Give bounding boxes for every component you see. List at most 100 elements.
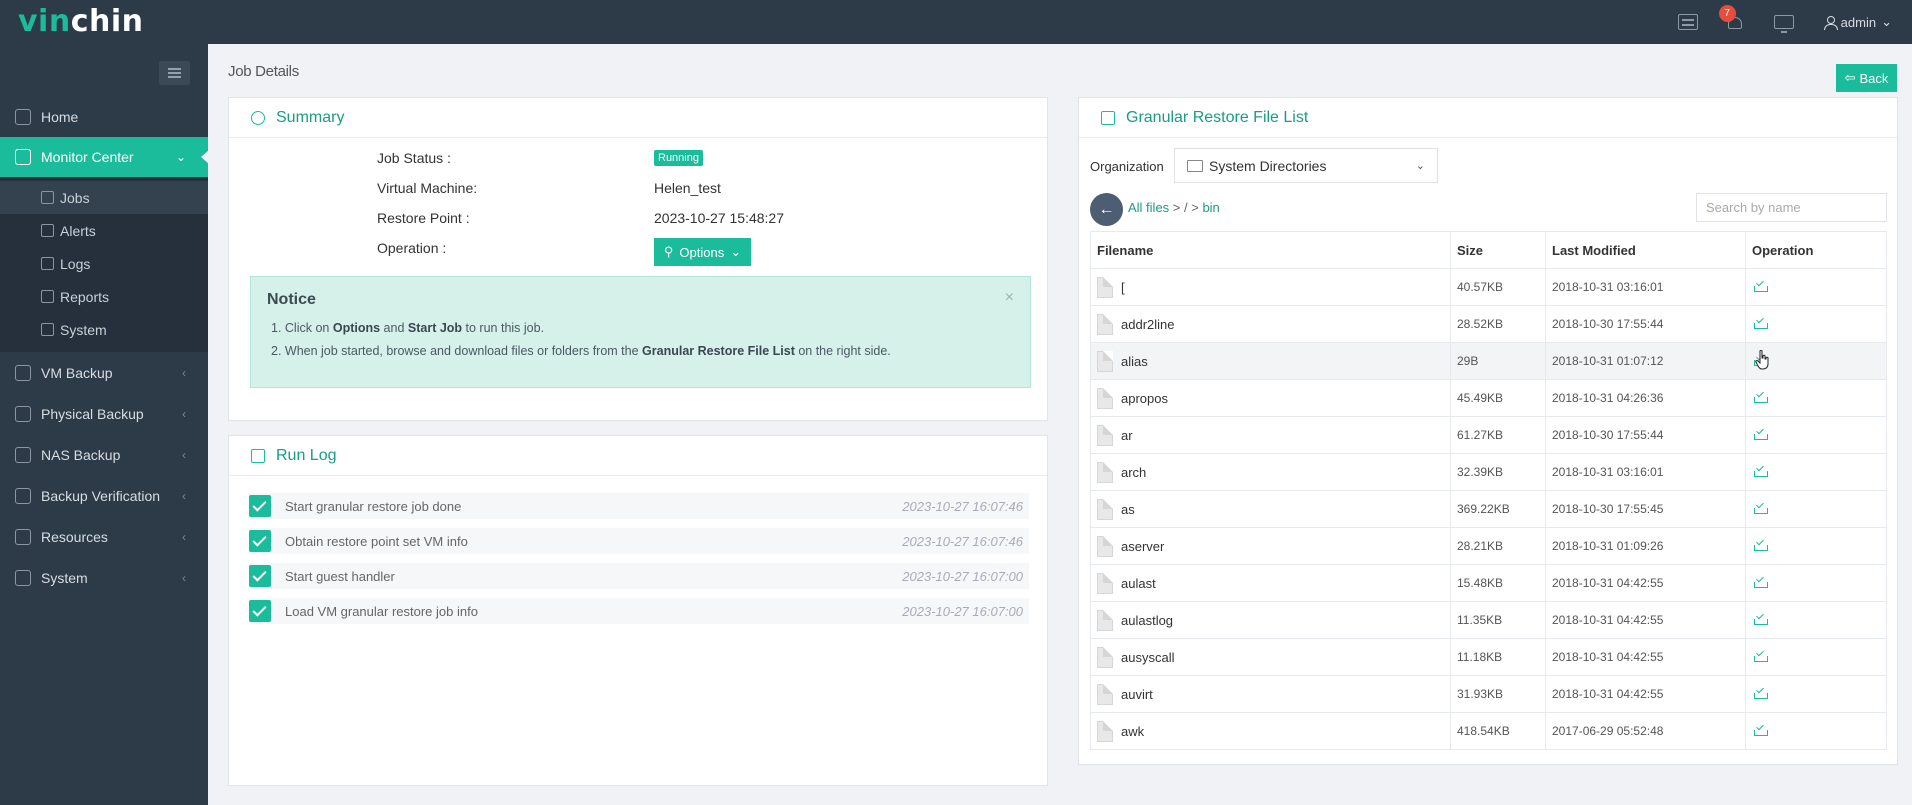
nas-icon <box>15 446 31 463</box>
download-icon[interactable] <box>1753 464 1768 478</box>
check-icon <box>249 565 271 587</box>
breadcrumb-all-files[interactable]: All files <box>1128 200 1169 215</box>
log-entry: Obtain restore point set VM info 2023-10… <box>249 528 1029 554</box>
size-cell: 15.48KB <box>1450 564 1546 602</box>
summary-header: Summary <box>229 98 1047 138</box>
sidebar-item-resources[interactable]: Resources ‹ <box>0 516 208 557</box>
table-row[interactable]: [40.57KB 2018-10-31 03:16:01 <box>1090 268 1887 306</box>
file-icon <box>1097 720 1113 742</box>
options-label: Options <box>679 244 725 260</box>
filename-cell[interactable]: auvirt <box>1090 675 1451 713</box>
download-icon[interactable] <box>1753 538 1768 552</box>
close-icon[interactable]: × <box>1005 289 1014 307</box>
download-icon[interactable] <box>1753 723 1768 737</box>
file-table-body: [40.57KB 2018-10-31 03:16:01 addr2line 28.5… <box>1090 268 1887 750</box>
download-icon[interactable] <box>1753 612 1768 626</box>
modified-cell: 2018-10-31 04:42:55 <box>1545 601 1746 639</box>
table-row[interactable]: awk 418.54KB 2017-06-29 05:52:48 <box>1090 712 1887 750</box>
filename-text: auvirt <box>1121 686 1153 702</box>
download-icon[interactable] <box>1753 427 1768 441</box>
task-list-icon[interactable] <box>1677 14 1698 30</box>
sidebar-subitem-alerts[interactable]: Alerts <box>0 214 208 247</box>
sidebar-item-label: Home <box>41 108 79 125</box>
sidebar-subitem-logs[interactable]: Logs <box>0 247 208 280</box>
organization-select[interactable]: System Directories ⌄ <box>1174 148 1438 183</box>
filename-cell[interactable]: apropos <box>1090 379 1451 417</box>
filename-cell[interactable]: aulastlog <box>1090 601 1451 639</box>
filename-text: aulast <box>1121 575 1156 591</box>
filename: auvirt <box>1097 683 1450 705</box>
breadcrumb-current[interactable]: bin <box>1202 200 1219 215</box>
download-icon[interactable] <box>1753 575 1768 589</box>
column-header-size[interactable]: Size <box>1450 231 1546 269</box>
notice-text: 1. Click on <box>271 321 333 335</box>
sidebar-item-vm-backup[interactable]: VM Backup ‹ <box>0 352 208 393</box>
sidebar-nav: Home Monitor Center ⌄ Jobs Alerts Logs R… <box>0 96 209 598</box>
table-row[interactable]: as 369.22KB 2018-10-30 17:55:45 <box>1090 490 1887 528</box>
download-icon[interactable] <box>1753 501 1768 515</box>
screen-icon[interactable] <box>1773 15 1794 33</box>
sidebar-subitem-label: Reports <box>60 288 110 305</box>
sidebar-item-backup-verification[interactable]: Backup Verification ‹ <box>0 475 208 516</box>
filename-cell[interactable]: awk <box>1090 712 1451 750</box>
filename: [ <box>1097 276 1450 298</box>
sidebar-item-physical-backup[interactable]: Physical Backup ‹ <box>0 393 208 434</box>
reports-icon <box>41 290 54 303</box>
check-icon <box>249 600 271 622</box>
chevron-left-icon: ‹ <box>182 488 186 503</box>
filename-cell[interactable]: addr2line <box>1090 305 1451 343</box>
table-row[interactable]: apropos 45.49KB 2018-10-31 04:26:36 <box>1090 379 1887 417</box>
hand-cursor-icon <box>1755 350 1769 370</box>
filename: ar <box>1097 424 1450 446</box>
vinchin-logo[interactable]: vinchin <box>18 4 143 39</box>
filename-cell[interactable]: as <box>1090 490 1451 528</box>
back-button[interactable]: ⇦ Back <box>1836 64 1897 92</box>
filename-cell[interactable]: arch <box>1090 453 1451 491</box>
table-row[interactable]: aulast 15.48KB 2018-10-31 04:42:55 <box>1090 564 1887 602</box>
download-icon[interactable] <box>1753 686 1768 700</box>
search-input[interactable] <box>1696 193 1887 222</box>
sidebar-item-monitor-center[interactable]: Monitor Center ⌄ <box>0 137 209 177</box>
filename-cell[interactable]: ausyscall <box>1090 638 1451 676</box>
column-header-filename[interactable]: Filename <box>1090 231 1451 269</box>
back-directory-button[interactable]: ← <box>1090 193 1123 226</box>
column-header-last-modified[interactable]: Last Modified <box>1545 231 1746 269</box>
restore-point-label: Restore Point : <box>377 210 470 226</box>
modified-cell: 2018-10-31 03:16:01 <box>1545 268 1746 306</box>
log-time: 2023-10-27 16:07:00 <box>902 568 1023 584</box>
sidebar-subitem-system[interactable]: System <box>0 313 208 346</box>
resources-icon <box>15 528 31 545</box>
download-icon[interactable] <box>1753 649 1768 663</box>
user-menu[interactable]: admin ⌄ <box>1823 14 1892 30</box>
sidebar-subitem-jobs[interactable]: Jobs <box>0 181 208 214</box>
modified-cell: 2018-10-31 01:07:12 <box>1545 342 1746 380</box>
filename-cell[interactable]: ar <box>1090 416 1451 454</box>
table-row[interactable]: aulastlog 11.35KB 2018-10-31 04:42:55 <box>1090 601 1887 639</box>
notification-bell-icon[interactable]: 7 <box>1718 5 1744 31</box>
table-row[interactable]: auvirt 31.93KB 2018-10-31 04:42:55 <box>1090 675 1887 713</box>
filename-cell[interactable]: alias <box>1090 342 1451 380</box>
download-icon[interactable] <box>1753 390 1768 404</box>
download-icon[interactable] <box>1753 316 1768 330</box>
chevron-down-icon: ⌄ <box>175 150 186 164</box>
sidebar-subitem-reports[interactable]: Reports <box>0 280 208 313</box>
size-cell: 40.57KB <box>1450 268 1546 306</box>
filename-cell[interactable]: aulast <box>1090 564 1451 602</box>
download-icon[interactable] <box>1753 279 1768 293</box>
sidebar-item-home[interactable]: Home <box>0 96 208 137</box>
filename-cell[interactable]: [ <box>1090 268 1451 306</box>
options-button[interactable]: ⚲ Options ⌄ <box>654 238 751 266</box>
filename: arch <box>1097 461 1450 483</box>
size-cell: 11.35KB <box>1450 601 1546 639</box>
filename-cell[interactable]: aserver <box>1090 527 1451 565</box>
table-row[interactable]: addr2line 28.52KB 2018-10-30 17:55:44 <box>1090 305 1887 343</box>
table-row[interactable]: aserver 28.21KB 2018-10-31 01:09:26 <box>1090 527 1887 565</box>
sidebar-toggle-button[interactable] <box>159 61 190 85</box>
filename-text: awk <box>1121 723 1145 739</box>
table-row[interactable]: ar 61.27KB 2018-10-30 17:55:44 <box>1090 416 1887 454</box>
file-icon <box>1097 646 1113 668</box>
sidebar-item-nas-backup[interactable]: NAS Backup ‹ <box>0 434 208 475</box>
table-row[interactable]: arch 32.39KB 2018-10-31 03:16:01 <box>1090 453 1887 491</box>
sidebar-item-system[interactable]: System ‹ <box>0 557 208 598</box>
table-row[interactable]: ausyscall 11.18KB 2018-10-31 04:42:55 <box>1090 638 1887 676</box>
